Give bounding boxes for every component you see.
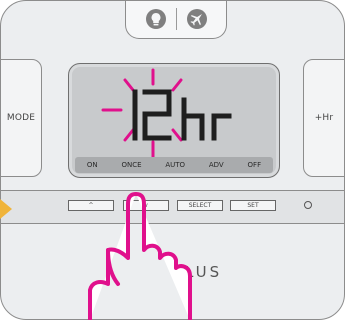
mode-off: OFF [247, 161, 262, 169]
lcd-digits [132, 89, 232, 141]
lcd-mode-bar: ON ONCE AUTO ADV OFF [75, 157, 273, 173]
plus-hour-button-label: +Hr [314, 113, 334, 123]
lcd-main-text: 12hr [69, 64, 72, 65]
mode-button[interactable]: MODE [1, 59, 42, 177]
plane-icon[interactable] [186, 8, 208, 30]
pointer-arrow-icon [0, 199, 12, 219]
pointing-hand-icon [88, 192, 192, 320]
flash-burst-icon [101, 68, 183, 170]
top-button-tab [125, 1, 227, 39]
lcd-display: 12hr ON ONCE AUTO ADV OFF [68, 63, 280, 178]
mode-adv: ADV [208, 161, 224, 169]
mode-on: ON [86, 161, 98, 169]
plus-hour-button[interactable]: +Hr [303, 59, 344, 177]
set-button[interactable]: SET [230, 200, 276, 211]
mode-button-label: MODE [6, 113, 36, 123]
tab-divider [175, 7, 177, 30]
mode-auto: AUTO [165, 161, 186, 169]
set-button-label: SET [247, 202, 259, 209]
status-led [304, 201, 312, 209]
bulb-icon[interactable] [145, 8, 167, 30]
mode-once: ONCE [121, 161, 142, 169]
